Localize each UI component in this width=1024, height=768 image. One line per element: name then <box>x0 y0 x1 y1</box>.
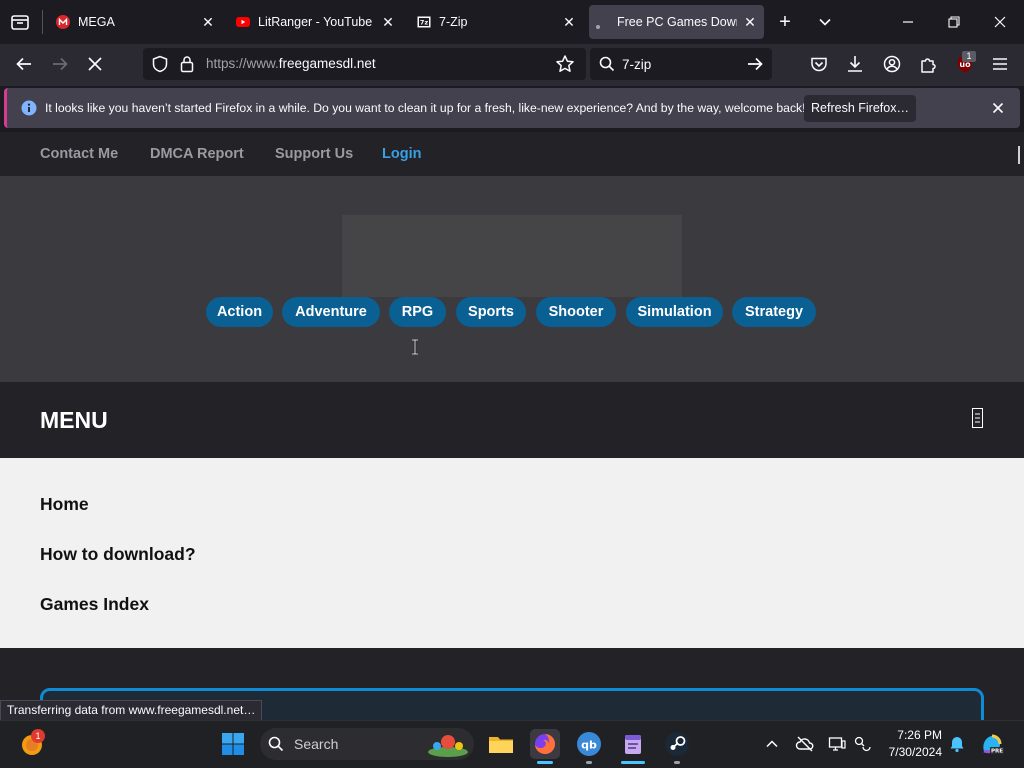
firefox-taskbar-icon[interactable] <box>530 729 560 759</box>
page-viewport: Contact Me DMCA Report Support Us Login … <box>0 132 1024 720</box>
search-go-arrow-icon[interactable] <box>746 55 764 73</box>
search-highlight-illustration-icon <box>426 730 470 758</box>
scroll-indicator <box>1018 146 1020 164</box>
status-text: Transferring data from www.freegamesdl.n… <box>0 700 263 721</box>
tab-freegames-active[interactable]: Free PC Games Downlo ✕ <box>589 5 764 39</box>
qbittorrent-running-indicator <box>586 761 592 764</box>
menu-item-home[interactable]: Home <box>40 494 89 515</box>
account-icon[interactable] <box>883 55 901 73</box>
text-cursor-icon <box>409 338 421 356</box>
menu-title: MENU <box>40 407 108 433</box>
clock-date[interactable]: 7/30/2024 <box>870 745 942 759</box>
menu-item-games-index[interactable]: Games Index <box>40 594 149 615</box>
category-simulation-button[interactable]: Simulation <box>626 297 723 327</box>
firefox-view-icon[interactable] <box>10 12 30 32</box>
login-link[interactable]: Login <box>382 146 421 162</box>
tracking-protection-shield-icon[interactable] <box>151 55 169 73</box>
svg-text:qb: qb <box>581 739 597 752</box>
close-tab-icon[interactable]: ✕ <box>200 14 216 30</box>
new-tab-button[interactable]: + <box>773 10 797 34</box>
mega-logo-icon <box>56 15 70 29</box>
close-notification-icon[interactable] <box>991 101 1005 115</box>
notifications-bell-icon[interactable] <box>948 735 966 753</box>
url-text[interactable]: https://www.freegamesdl.net <box>206 56 376 71</box>
menu-header <box>0 382 1024 458</box>
category-shooter-button[interactable]: Shooter <box>536 297 616 327</box>
refresh-firefox-button[interactable]: Refresh Firefox… <box>804 95 916 122</box>
bookmark-star-icon[interactable] <box>555 54 575 74</box>
copilot-preview-icon[interactable]: PRE <box>979 731 1005 757</box>
category-sports-button[interactable]: Sports <box>456 297 526 327</box>
network-status-icon[interactable] <box>853 735 871 753</box>
minimize-window-button[interactable] <box>896 10 920 34</box>
tab-title: LitRanger - YouTube <box>258 15 373 29</box>
downloads-icon[interactable] <box>846 54 864 74</box>
category-strategy-button[interactable]: Strategy <box>732 297 816 327</box>
dmca-report-link[interactable]: DMCA Report <box>150 146 244 162</box>
category-adventure-button[interactable]: Adventure <box>282 297 380 327</box>
7zip-icon: 7z <box>417 15 431 29</box>
svg-text:7z: 7z <box>420 19 429 27</box>
stop-loading-button[interactable] <box>82 51 108 77</box>
notification-count-badge: 1 <box>31 729 45 743</box>
search-input[interactable]: 7-zip <box>622 57 651 72</box>
info-icon <box>21 100 37 116</box>
close-window-button[interactable] <box>988 10 1012 34</box>
windows-start-icon[interactable] <box>221 732 245 756</box>
svg-text:PRE: PRE <box>991 749 1003 755</box>
steam-running-indicator <box>674 761 680 764</box>
file-explorer-icon[interactable] <box>487 730 515 758</box>
tab-mega[interactable]: MEGA ✕ <box>52 5 222 39</box>
support-us-link[interactable]: Support Us <box>275 146 353 162</box>
tab-title: MEGA <box>78 15 115 29</box>
close-tab-icon[interactable]: ✕ <box>561 14 577 30</box>
close-tab-icon[interactable]: ✕ <box>742 14 758 30</box>
tab-title: 7-Zip <box>439 15 468 29</box>
tab-youtube[interactable]: LitRanger - YouTube ✕ <box>232 5 402 39</box>
youtube-icon <box>236 15 250 29</box>
notification-message: It looks like you haven’t started Firefo… <box>45 101 806 115</box>
forward-button[interactable] <box>47 51 73 77</box>
category-rpg-button[interactable]: RPG <box>389 297 446 327</box>
category-action-button[interactable]: Action <box>206 297 273 327</box>
qbittorrent-icon[interactable]: qb <box>575 730 603 758</box>
taskbar-search-placeholder: Search <box>294 736 339 752</box>
close-tab-icon[interactable]: ✕ <box>380 14 396 30</box>
restore-window-button[interactable] <box>942 10 966 34</box>
tab-7zip[interactable]: 7z 7-Zip ✕ <box>413 5 583 39</box>
ad-placeholder <box>342 215 682 297</box>
clock-time[interactable]: 7:26 PM <box>880 728 942 742</box>
search-icon <box>599 56 615 72</box>
app-menu-hamburger-icon[interactable] <box>991 55 1009 73</box>
notepad-app-icon[interactable] <box>619 730 647 758</box>
display-settings-icon[interactable] <box>828 735 846 753</box>
notepad-running-indicator <box>621 761 645 764</box>
tab-divider <box>42 10 43 34</box>
menu-item-how-to-download[interactable]: How to download? <box>40 544 196 565</box>
steam-icon[interactable] <box>663 730 691 758</box>
extensions-puzzle-icon[interactable] <box>919 55 937 73</box>
onedrive-offline-icon[interactable] <box>795 735 815 753</box>
show-hidden-icons-chevron-icon[interactable] <box>764 736 780 752</box>
contact-me-link[interactable]: Contact Me <box>40 146 118 162</box>
menu-toggle-icon[interactable] <box>972 408 983 428</box>
taskbar-search-icon <box>268 736 284 752</box>
back-button[interactable] <box>11 51 37 77</box>
firefox-active-indicator <box>537 761 553 764</box>
search-bar[interactable] <box>590 48 772 80</box>
loading-dot-icon <box>595 19 601 29</box>
extension-badge: 1 <box>962 51 976 62</box>
list-all-tabs-icon[interactable] <box>813 10 837 34</box>
tab-title: Free PC Games Downlo <box>617 15 737 29</box>
pocket-icon[interactable] <box>810 55 828 73</box>
lock-icon[interactable] <box>179 55 195 73</box>
